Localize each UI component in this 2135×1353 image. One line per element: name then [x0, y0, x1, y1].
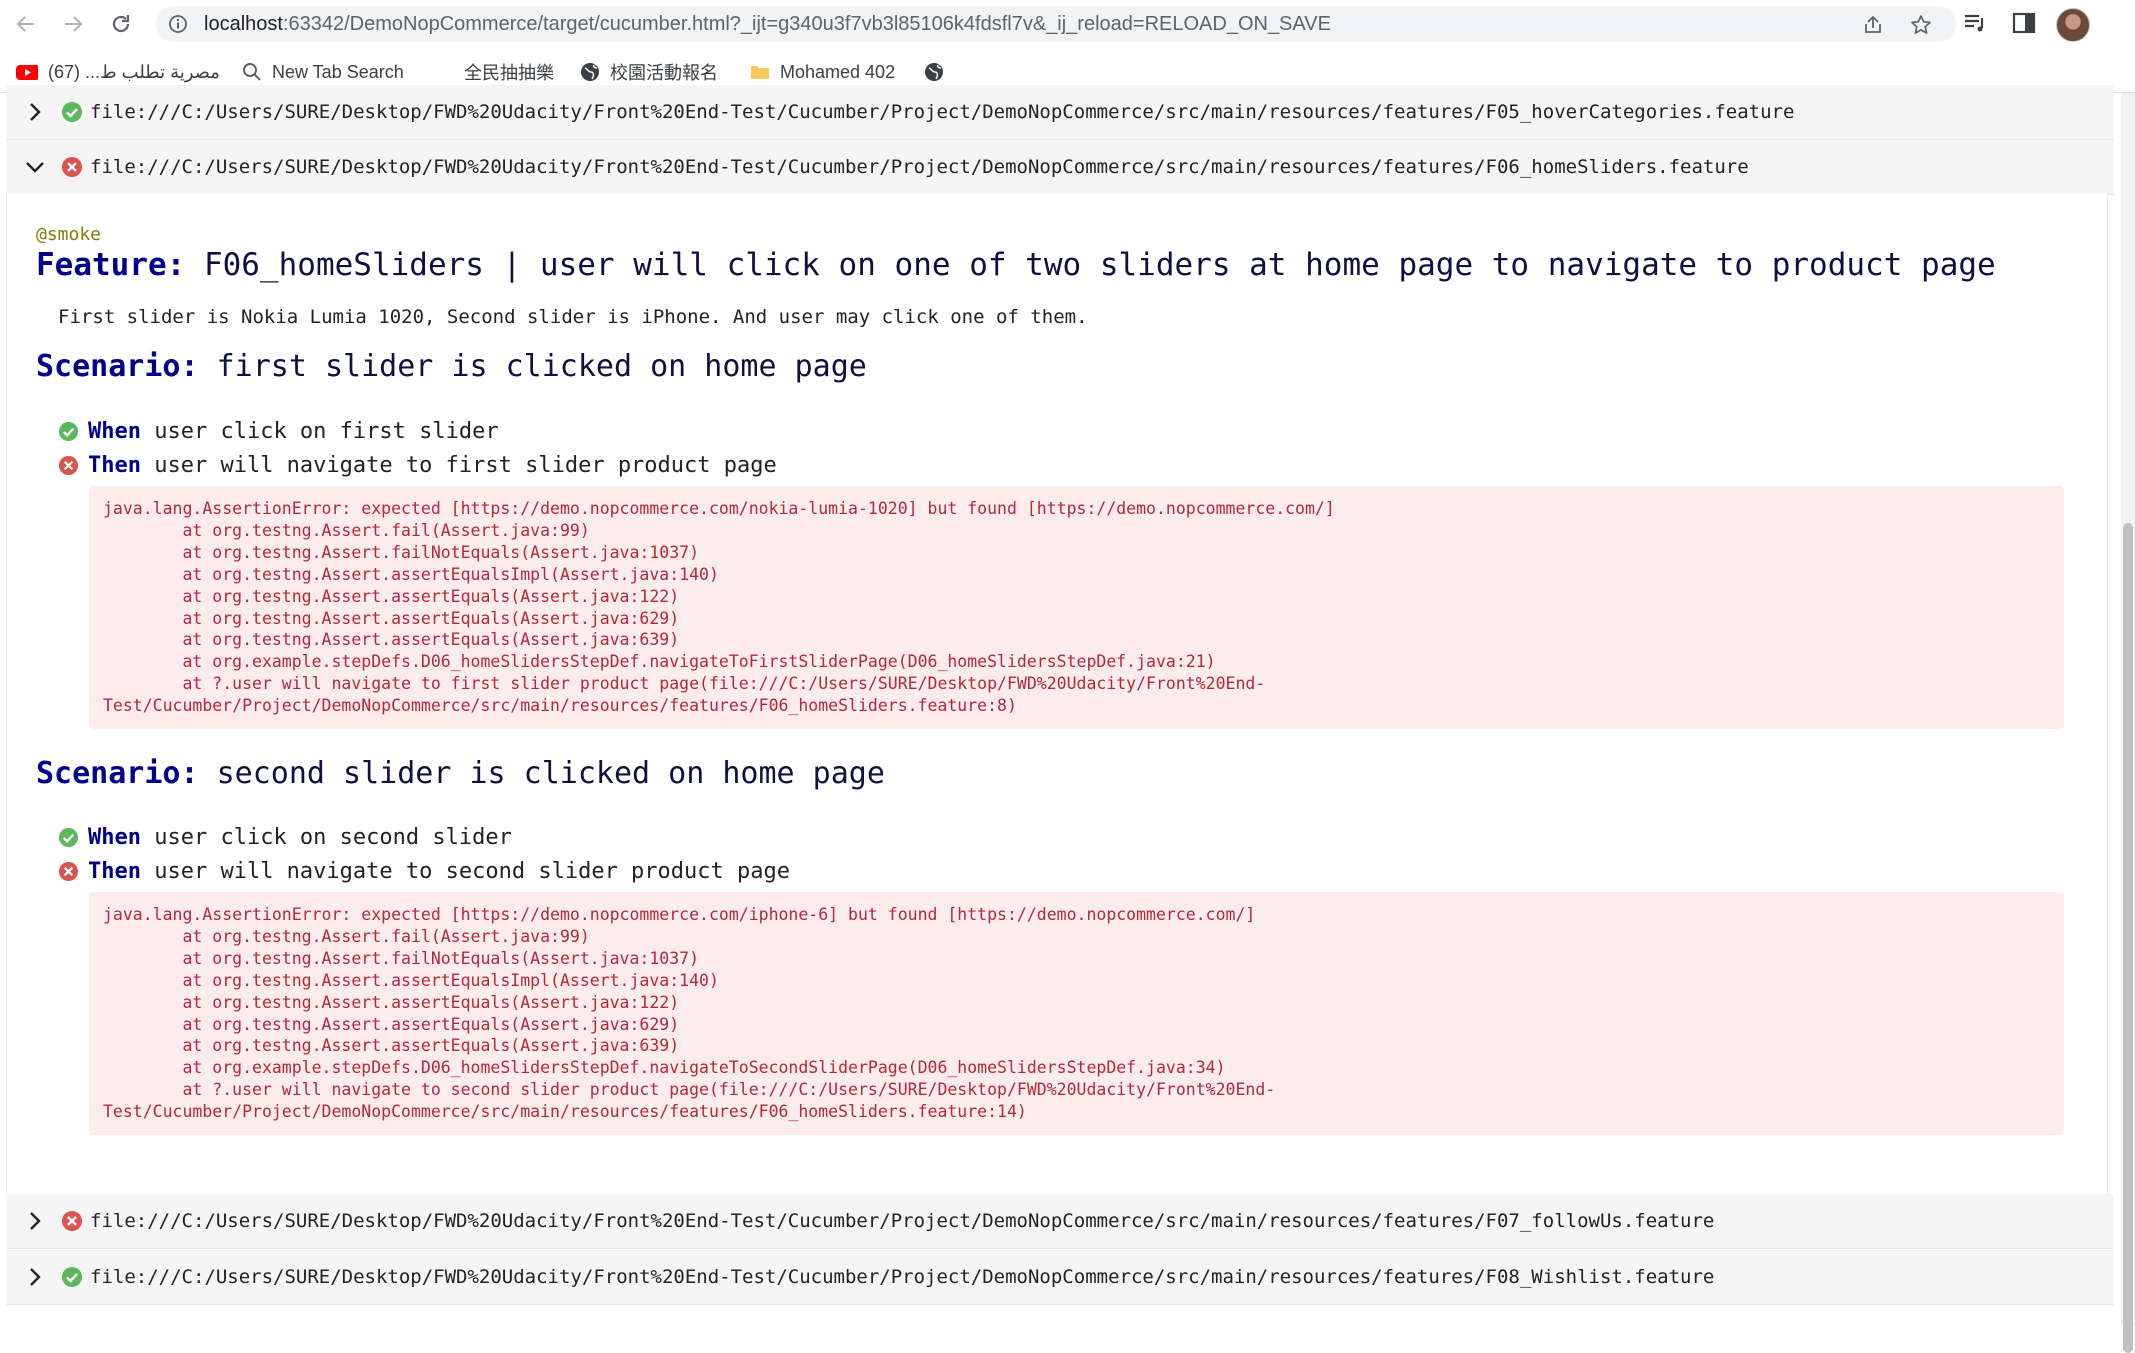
- step-keyword: When: [88, 419, 141, 444]
- failed-icon: [62, 157, 82, 177]
- forward-icon[interactable]: [57, 8, 89, 40]
- folder-icon: [751, 66, 769, 79]
- globe-icon: [925, 63, 943, 81]
- chevron-right-icon[interactable]: [24, 1266, 46, 1288]
- bookmark-label: New Tab Search: [272, 61, 404, 82]
- bookmark-lottery[interactable]: 全民抽抽樂: [464, 60, 554, 84]
- url-text: localhost:63342/DemoNopCommerce/target/c…: [204, 6, 1331, 42]
- feature-name: F06_homeSliders | user will click on one…: [203, 247, 1996, 283]
- bookmark-campus-events[interactable]: 校園活動報名: [580, 60, 718, 84]
- profile-avatar[interactable]: [2056, 8, 2090, 42]
- feature-row-f05[interactable]: file:///C:/Users/SURE/Desktop/FWD%20Udac…: [6, 85, 2114, 140]
- scenario-keyword: Scenario:: [36, 756, 199, 791]
- chevron-right-icon[interactable]: [24, 1210, 46, 1232]
- step-keyword: Then: [88, 453, 141, 478]
- step-text: user will navigate to second slider prod…: [154, 859, 790, 884]
- bookmark-new-tab-search[interactable]: New Tab Search: [242, 60, 404, 84]
- step-text: user click on second slider: [154, 825, 512, 850]
- error-stacktrace: java.lang.AssertionError: expected [http…: [89, 486, 2064, 729]
- share-icon[interactable]: [1862, 14, 1884, 36]
- failed-icon: [58, 861, 79, 882]
- feature-tag: @smoke: [36, 224, 102, 245]
- error-text: java.lang.AssertionError: expected [http…: [103, 905, 1276, 1122]
- feature-row-f06[interactable]: file:///C:/Users/SURE/Desktop/FWD%20Udac…: [6, 140, 2114, 195]
- scenario-title: Scenario: first slider is clicked on hom…: [36, 349, 867, 384]
- bookmark-label: مصرية تطلب ط... (67): [48, 61, 220, 82]
- scenario-keyword: Scenario:: [36, 349, 199, 384]
- feature-row-f08[interactable]: file:///C:/Users/SURE/Desktop/FWD%20Udac…: [6, 1250, 2114, 1305]
- star-icon[interactable]: [1910, 14, 1932, 36]
- reload-icon[interactable]: [105, 8, 137, 40]
- url-path: :63342/DemoNopCommerce/target/cucumber.h…: [282, 13, 1331, 35]
- info-icon[interactable]: [168, 14, 188, 34]
- step-text: user click on first slider: [154, 419, 499, 444]
- url-host: localhost: [204, 13, 283, 35]
- back-icon[interactable]: [10, 8, 42, 40]
- youtube-icon: [16, 65, 38, 80]
- failed-icon: [58, 455, 79, 476]
- error-text: java.lang.AssertionError: expected [http…: [103, 499, 1335, 716]
- passed-icon: [62, 1267, 82, 1287]
- feature-path: file:///C:/Users/SURE/Desktop/FWD%20Udac…: [90, 1266, 1715, 1288]
- scenario-title: Scenario: second slider is clicked on ho…: [36, 756, 885, 791]
- feature-row-f07[interactable]: file:///C:/Users/SURE/Desktop/FWD%20Udac…: [6, 1194, 2114, 1249]
- step-keyword: When: [88, 825, 141, 850]
- feature-path: file:///C:/Users/SURE/Desktop/FWD%20Udac…: [90, 101, 1795, 123]
- bookmark-folder-mohamed[interactable]: Mohamed 402: [750, 60, 895, 84]
- scenario-name: first slider is clicked on home page: [216, 349, 867, 384]
- passed-icon: [58, 421, 79, 442]
- passed-icon: [58, 827, 79, 848]
- scenario-name: second slider is clicked on home page: [216, 756, 885, 791]
- reading-list-icon[interactable]: [1962, 10, 1988, 36]
- feature-keyword: Feature:: [36, 247, 186, 283]
- feature-title: Feature: F06_homeSliders | user will cli…: [36, 247, 1996, 283]
- scrollbar-thumb[interactable]: [2123, 523, 2133, 1353]
- step-text: user will navigate to first slider produ…: [154, 453, 777, 478]
- chevron-down-icon[interactable]: [24, 156, 46, 178]
- globe-icon: [581, 63, 599, 81]
- feature-path: file:///C:/Users/SURE/Desktop/FWD%20Udac…: [90, 156, 1749, 178]
- step-keyword: Then: [88, 859, 141, 884]
- page-scrollbar[interactable]: [2121, 93, 2135, 1353]
- feature-path: file:///C:/Users/SURE/Desktop/FWD%20Udac…: [90, 1210, 1715, 1232]
- bookmark-label: 全民抽抽樂: [464, 63, 554, 83]
- chevron-right-icon[interactable]: [24, 101, 46, 123]
- passed-icon: [62, 102, 82, 122]
- failed-icon: [62, 1211, 82, 1231]
- address-bar[interactable]: localhost:63342/DemoNopCommerce/target/c…: [156, 6, 1956, 42]
- bookmark-label: 校園活動報名: [610, 63, 718, 83]
- error-stacktrace: java.lang.AssertionError: expected [http…: [89, 892, 2064, 1135]
- feature-description: First slider is Nokia Lumia 1020, Second…: [58, 306, 1088, 328]
- side-panel-icon[interactable]: [2011, 10, 2037, 36]
- bookmark-label: Mohamed 402: [780, 61, 896, 82]
- bookmark-globe[interactable]: [924, 60, 954, 84]
- search-icon: [243, 63, 261, 81]
- browser-toolbar: localhost:63342/DemoNopCommerce/target/c…: [0, 0, 2135, 48]
- bookmark-youtube[interactable]: مصرية تطلب ط... (67): [12, 60, 220, 84]
